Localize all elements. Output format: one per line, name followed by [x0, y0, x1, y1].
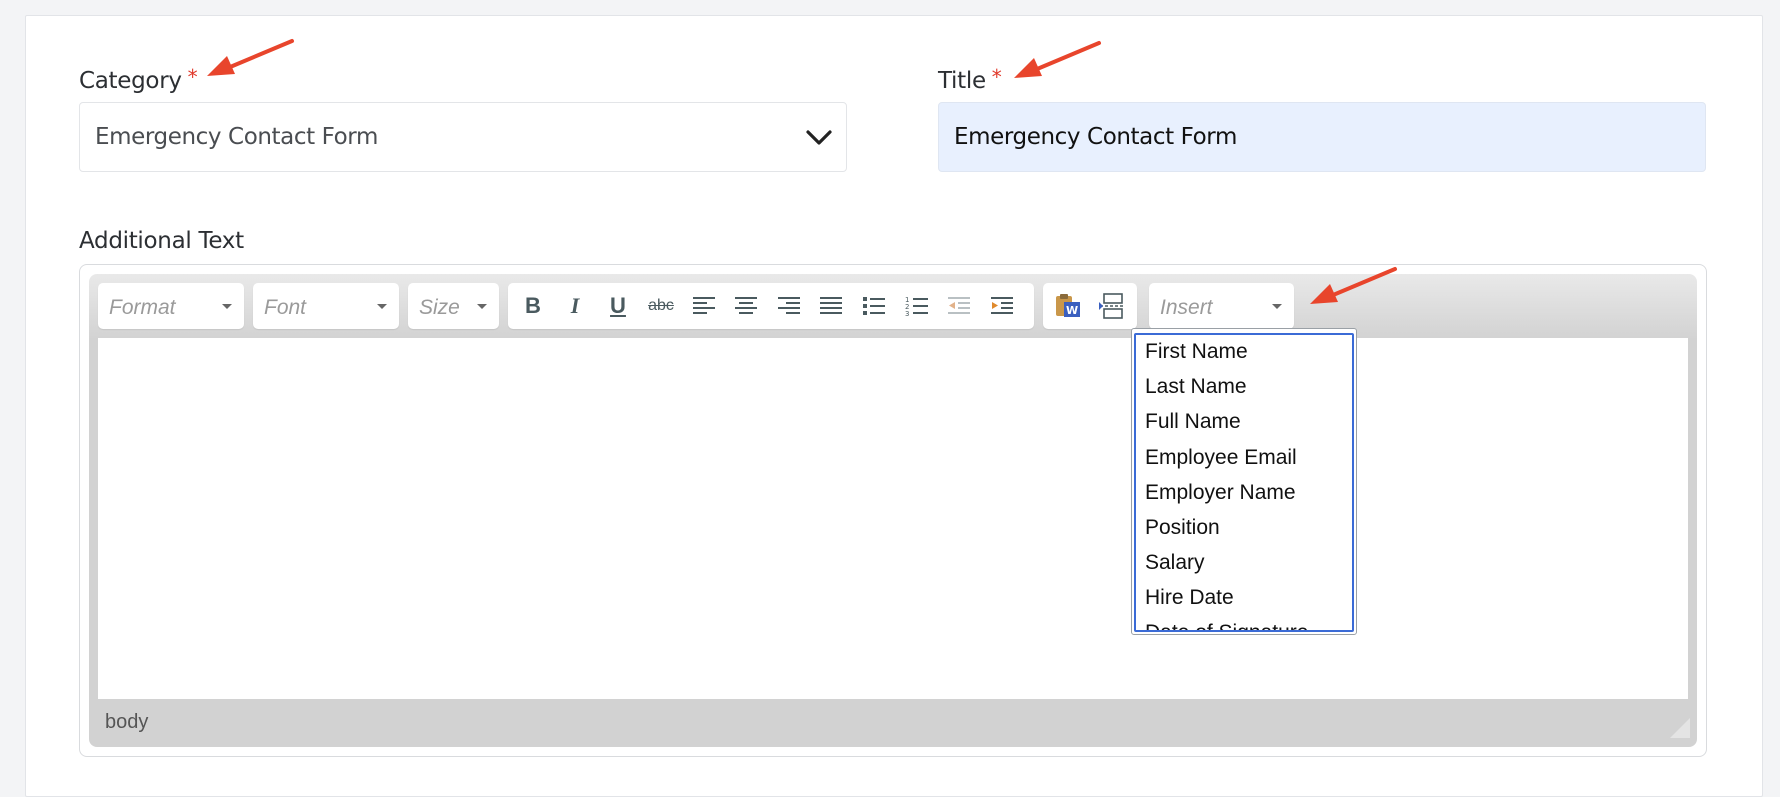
insert-combo-label: Insert	[1160, 296, 1213, 319]
align-center-button[interactable]	[729, 291, 763, 321]
category-label: Category *	[79, 65, 198, 94]
indent-button[interactable]	[985, 291, 1019, 321]
paste-toolbar-group: W	[1043, 283, 1137, 329]
additional-text-label: Additional Text	[79, 228, 244, 254]
format-combo-label: Format	[109, 296, 176, 319]
page-break-button[interactable]	[1095, 291, 1129, 321]
caret-down-icon	[222, 304, 232, 309]
bold-icon: B	[525, 293, 541, 318]
size-combo[interactable]: Size	[408, 283, 499, 329]
insert-option[interactable]: Last Name	[1145, 375, 1247, 399]
required-asterisk: *	[991, 65, 1002, 89]
insert-option[interactable]: Date of Signature	[1145, 621, 1308, 630]
underline-icon: U	[610, 293, 626, 318]
caret-down-icon	[477, 304, 487, 309]
strikethrough-button[interactable]: abc	[644, 291, 678, 321]
numbered-list-button[interactable]: 123	[900, 291, 934, 321]
paste-from-word-icon: W	[1056, 294, 1080, 317]
italic-icon: I	[570, 293, 580, 318]
svg-text:3: 3	[905, 310, 909, 317]
insert-option[interactable]: Full Name	[1145, 410, 1241, 434]
align-justify-button[interactable]	[814, 291, 848, 321]
align-left-button[interactable]	[687, 291, 721, 321]
bulleted-list-icon	[863, 297, 885, 315]
align-right-button[interactable]	[772, 291, 806, 321]
outdent-icon	[948, 297, 970, 314]
align-center-icon	[735, 297, 757, 314]
insert-option[interactable]: Employer Name	[1145, 481, 1296, 505]
bulleted-list-button[interactable]	[857, 291, 891, 321]
insert-dropdown-inner: First Name Last Name Full Name Employee …	[1134, 333, 1354, 632]
underline-button[interactable]: U	[601, 291, 635, 321]
title-label-text: Title	[938, 68, 986, 94]
font-combo[interactable]: Font	[253, 283, 399, 329]
required-asterisk: *	[187, 65, 198, 89]
insert-option[interactable]: Position	[1145, 516, 1220, 540]
format-combo[interactable]: Format	[98, 283, 244, 329]
insert-option[interactable]: Salary	[1145, 551, 1205, 575]
annotation-arrow-icon	[1310, 267, 1397, 304]
insert-combo[interactable]: Insert	[1149, 283, 1294, 329]
annotation-arrow-icon	[1014, 41, 1101, 78]
svg-text:W: W	[1066, 304, 1078, 317]
align-justify-icon	[820, 297, 842, 314]
indent-icon	[991, 297, 1013, 314]
size-combo-label: Size	[419, 296, 460, 319]
caret-down-icon	[1272, 304, 1282, 309]
insert-option[interactable]: Employee Email	[1145, 446, 1297, 470]
editor-content-area[interactable]	[98, 338, 1688, 699]
title-input-value: Emergency Contact Form	[954, 124, 1237, 150]
caret-down-icon	[377, 304, 387, 309]
formatting-toolbar-group: B I U abc 123	[508, 283, 1034, 329]
insert-dropdown-list[interactable]: First Name Last Name Full Name Employee …	[1131, 328, 1357, 635]
page-break-icon	[1099, 293, 1124, 319]
title-label: Title *	[938, 65, 1002, 94]
paste-from-word-button[interactable]: W	[1051, 291, 1085, 321]
align-right-icon	[778, 297, 800, 314]
annotation-arrow-icon	[207, 39, 294, 76]
element-path: body	[105, 711, 149, 733]
insert-option[interactable]: First Name	[1145, 340, 1248, 364]
font-combo-label: Font	[264, 296, 307, 319]
italic-button[interactable]: I	[558, 291, 592, 321]
strikethrough-icon: abc	[648, 297, 674, 314]
align-left-icon	[693, 297, 715, 314]
outdent-button[interactable]	[942, 291, 976, 321]
bold-button[interactable]: B	[516, 291, 550, 321]
numbered-list-icon: 123	[905, 296, 928, 317]
category-selected-value: Emergency Contact Form	[95, 124, 378, 150]
category-select[interactable]: Emergency Contact Form	[79, 102, 847, 172]
resize-grip-icon[interactable]	[1668, 716, 1690, 738]
insert-option[interactable]: Hire Date	[1145, 586, 1234, 610]
chevron-down-icon	[806, 130, 832, 145]
title-input[interactable]: Emergency Contact Form	[938, 102, 1706, 172]
category-label-text: Category	[79, 68, 182, 94]
